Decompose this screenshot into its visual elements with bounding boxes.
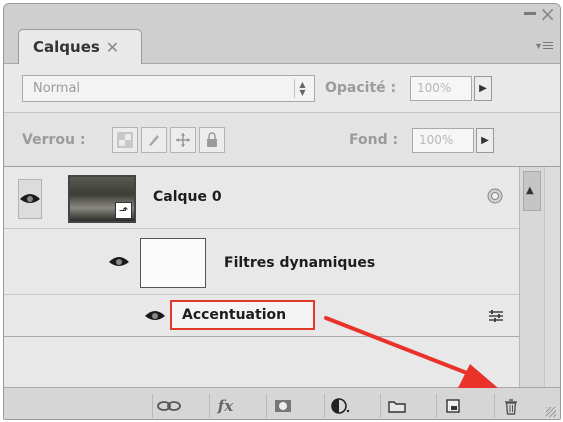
eye-icon[interactable] xyxy=(144,309,166,323)
chevron-down-icon: ▾ xyxy=(536,40,542,52)
tab-close-icon[interactable]: ✕ xyxy=(106,38,119,57)
visibility-toggle[interactable] xyxy=(18,179,42,219)
smart-filter-badge-icon xyxy=(486,187,504,205)
fill-label: Fond : xyxy=(349,132,399,148)
lock-transparency-icon[interactable] xyxy=(112,127,138,153)
opacity-arrow-button[interactable]: ▶ xyxy=(474,76,492,101)
opacity-label: Opacité : xyxy=(325,80,397,96)
resize-grip-icon[interactable] xyxy=(546,407,556,417)
layer-style-button[interactable]: fx xyxy=(209,394,241,418)
layer-thumbnail: ⬏ xyxy=(68,175,136,223)
eye-icon[interactable] xyxy=(19,192,41,206)
adjustment-layer-icon[interactable] xyxy=(324,394,356,418)
layer-row-filter[interactable]: Accentuation xyxy=(4,295,519,337)
trash-icon[interactable] xyxy=(494,394,526,418)
close-icon[interactable]: × xyxy=(539,4,556,26)
triangle-right-icon: ▶ xyxy=(481,135,489,146)
new-group-icon[interactable] xyxy=(380,394,412,418)
lock-all-icon[interactable] xyxy=(199,127,225,153)
eye-icon[interactable] xyxy=(108,255,130,269)
tab-label: Calques xyxy=(33,38,100,56)
layers-panel: × Calques ✕ ▾ Normal ▲ ▼ Opacité : 100% ▶… xyxy=(3,3,561,420)
lock-position-icon[interactable] xyxy=(170,127,196,153)
blend-mode-select[interactable]: Normal ▲ ▼ xyxy=(22,75,315,102)
minimize-icon[interactable] xyxy=(524,12,536,15)
panel-menu-button[interactable]: ▾ xyxy=(536,40,554,52)
layer-name[interactable]: Calque 0 xyxy=(153,189,222,205)
layers-scrollbar[interactable]: ▲ xyxy=(519,167,544,387)
filter-name[interactable]: Accentuation xyxy=(182,307,286,323)
opacity-input[interactable]: 100% xyxy=(410,76,472,101)
blend-row: Normal ▲ ▼ Opacité : 100% ▶ xyxy=(4,64,560,112)
lock-row: Verrou : Fond : 100% ▶ xyxy=(4,112,560,167)
select-stepper-icon[interactable]: ▲ ▼ xyxy=(294,79,310,98)
filter-blending-options-icon[interactable] xyxy=(488,308,504,322)
triangle-right-icon: ▶ xyxy=(479,83,487,94)
fill-input[interactable]: 100% xyxy=(412,128,474,153)
menu-lines-icon xyxy=(543,41,554,51)
smart-filters-label[interactable]: Filtres dynamiques xyxy=(224,255,375,271)
layer-row-calque-0[interactable]: ⬏ Calque 0 xyxy=(4,167,519,229)
blend-mode-value: Normal xyxy=(33,81,81,96)
new-layer-icon[interactable] xyxy=(436,394,468,418)
lock-pixels-icon[interactable] xyxy=(141,127,167,153)
filter-highlight-box: Accentuation xyxy=(170,300,315,330)
panel-titlebar: × Calques ✕ ▾ xyxy=(4,4,560,64)
smart-object-icon: ⬏ xyxy=(115,202,132,219)
filter-mask-thumbnail xyxy=(140,238,206,288)
link-layers-icon[interactable] xyxy=(152,394,184,418)
layer-row-smart-filters[interactable]: Filtres dynamiques xyxy=(4,229,519,295)
add-mask-icon[interactable] xyxy=(266,394,298,418)
layers-footer-toolbar: fx xyxy=(4,387,560,419)
scroll-up-icon[interactable]: ▲ xyxy=(526,185,534,196)
layers-list: ⬏ Calque 0 Filtres dynamiques Accentuati… xyxy=(4,167,544,387)
fill-arrow-button[interactable]: ▶ xyxy=(476,128,494,153)
lock-label: Verrou : xyxy=(22,132,86,148)
tab-calques[interactable]: Calques ✕ xyxy=(18,29,142,64)
panel-right-edge xyxy=(544,167,560,387)
